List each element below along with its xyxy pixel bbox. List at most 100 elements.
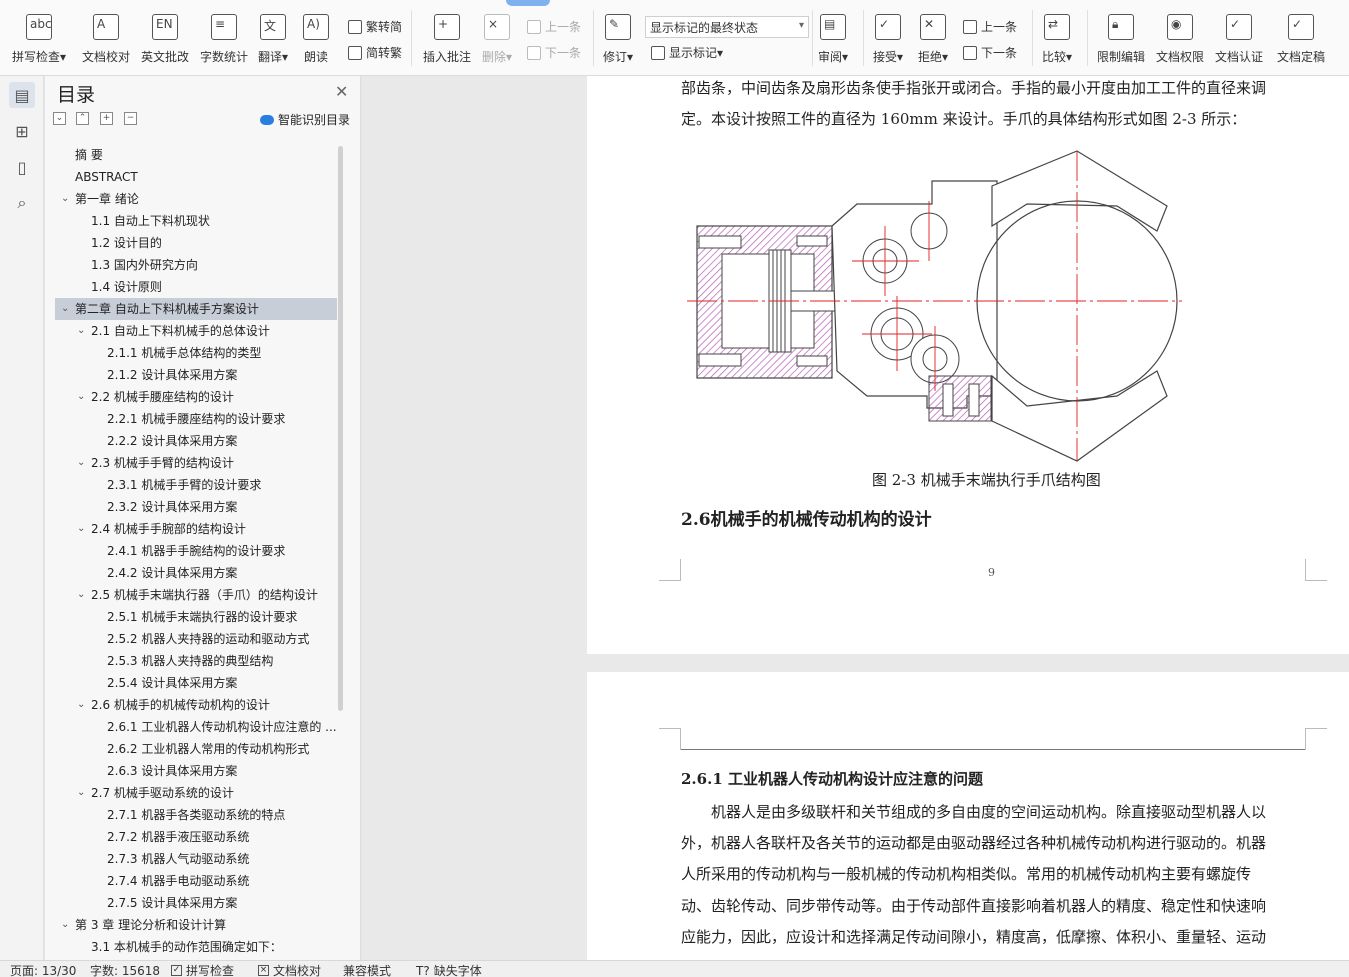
revise-dropdown-arrow[interactable]: ▾ [627,50,633,64]
toc-item[interactable]: 2.3.2 设计具体采用方案 [55,496,337,518]
toc-item[interactable]: 2.5.3 机器人夹持器的典型结构 [55,650,337,672]
trad-to-simp-button[interactable]: 繁转简 [348,18,402,35]
translate-button[interactable]: 文 翻译▾ [258,14,288,70]
word-count-button[interactable]: ≡ 字数统计 [200,14,248,70]
toc-item[interactable]: 2.6.2 工业机器人常用的传动机构形式 [55,738,337,760]
toc-item[interactable]: 2.5.4 设计具体采用方案 [55,672,337,694]
toc-item[interactable]: ⌄ 第二章 自动上下料机械手方案设计 [55,298,337,320]
toc-item[interactable]: ⌄ 第一章 绪论 [55,188,337,210]
toc-item[interactable]: 1.1 自动上下料机现状 [55,210,337,232]
doc-certify-button[interactable]: ✓ 文档认证 [1215,14,1263,70]
toc-item[interactable]: 1.3 国内外研究方向 [55,254,337,276]
toc-item[interactable]: 摘 要 [55,144,337,166]
toc-item[interactable]: 2.7.4 机器手电动驱动系统 [55,870,337,892]
restrict-edit-button[interactable]: 🔒︎ 限制编辑 [1097,14,1145,70]
toc-item[interactable]: 2.7.2 机器手液压驱动系统 [55,826,337,848]
toc-item[interactable]: ⌄ 2.5 机械手末端执行器（手爪）的结构设计 [55,584,337,606]
toc-item[interactable]: 2.6.3 设计具体采用方案 [55,760,337,782]
toc-item[interactable]: 2.5.2 机器人夹持器的运动和驱动方式 [55,628,337,650]
compare-button[interactable]: ⇄ 比较▾ [1042,14,1072,70]
smart-toc-button[interactable]: 智能识别目录 [260,111,350,128]
expand-all-icon[interactable]: ⌃ [76,112,89,125]
toc-item-label: 2.7.4 机器手电动驱动系统 [107,874,250,888]
document-area[interactable]: 部齿条，中间齿条及扇形齿条使手指张开或闭合。手指的最小开度由加工工件的直径来调 … [362,76,1349,960]
doc-finalize-button[interactable]: ✓ 文档定稿 [1277,14,1325,70]
english-review-button[interactable]: EN 英文批改 [141,14,189,70]
remove-heading-icon[interactable]: − [124,112,137,125]
chevron-down-icon[interactable]: ⌄ [77,694,85,716]
review-button[interactable]: ▤ 审阅▾ [818,14,848,70]
chevron-down-icon[interactable]: ⌄ [77,518,85,540]
prev-comment-button[interactable]: 上一条 [527,18,581,35]
bookmark-icon[interactable]: ▯ [9,154,35,180]
chevron-down-icon[interactable]: ⌄ [77,782,85,804]
toc-item[interactable]: 1.2 设计目的 [55,232,337,254]
insert-comment-button[interactable]: + 插入批注 [423,14,471,70]
chevron-down-icon[interactable]: ⌄ [77,320,85,342]
read-aloud-button[interactable]: A) 朗读 [303,14,329,70]
toc-item[interactable]: 2.4.2 设计具体采用方案 [55,562,337,584]
chevron-down-icon[interactable]: ⌄ [77,452,85,474]
accept-button[interactable]: ✓ 接受▾ [873,14,903,70]
toc-item[interactable]: ⌄ 2.7 机械手驱动系统的设计 [55,782,337,804]
spell-check-dropdown-arrow[interactable]: ▾ [60,50,66,64]
review-dropdown-arrow[interactable]: ▾ [842,50,848,64]
accept-dropdown-arrow[interactable]: ▾ [897,50,903,64]
display-mode-select[interactable]: 显示标记的最终状态 ▾ [645,16,809,38]
toc-item[interactable]: 2.2.1 机械手腰座结构的设计要求 [55,408,337,430]
close-icon[interactable]: ✕ [335,82,348,101]
chevron-down-icon[interactable]: ⌄ [61,188,69,210]
chevron-down-icon[interactable]: ⌄ [61,298,69,320]
toc-item[interactable]: ⌄ 2.3 机械手手臂的结构设计 [55,452,337,474]
reject-dropdown-arrow[interactable]: ▾ [942,50,948,64]
status-spell-check[interactable]: ✓ 拼写检查 [171,962,234,977]
toc-item[interactable]: 2.3.1 机械手手臂的设计要求 [55,474,337,496]
reject-button[interactable]: ✕ 拒绝▾ [918,14,948,70]
toc-item[interactable]: 2.1.2 设计具体采用方案 [55,364,337,386]
translate-dropdown-arrow[interactable]: ▾ [282,50,288,64]
chevron-down-icon[interactable]: ⌄ [61,914,69,936]
toc-item[interactable]: ⌄ 2.4 机械手手腕部的结构设计 [55,518,337,540]
toc-item[interactable]: 2.6.1 工业机器人传动机构设计应注意的 ... [55,716,337,738]
toc-item[interactable]: ⌄ 2.1 自动上下料机械手的总体设计 [55,320,337,342]
word-count-indicator[interactable]: 字数: 15618 [90,962,160,977]
search-icon[interactable]: ⌕ [9,190,35,216]
toc-item[interactable]: ABSTRACT [55,166,337,188]
add-heading-icon[interactable]: + [100,112,113,125]
page-indicator[interactable]: 页面: 13/30 [10,962,76,977]
next-comment-button[interactable]: 下一条 [527,44,581,61]
toc-item[interactable]: ⌄ 2.2 机械手腰座结构的设计 [55,386,337,408]
toc-item[interactable]: ⌄ 2.6 机械手的机械传动机构的设计 [55,694,337,716]
revise-button[interactable]: ✎ 修订▾ [603,14,633,70]
toc-item[interactable]: 2.7.3 机器人气动驱动系统 [55,848,337,870]
doc-permission-button[interactable]: ◉ 文档权限 [1156,14,1204,70]
show-marks-button[interactable]: 显示标记 ▾ [651,44,723,61]
status-doc-proofread[interactable]: × 文档校对 [258,962,321,977]
toc-item[interactable]: 2.1.1 机械手总体结构的类型 [55,342,337,364]
toc-item[interactable]: ⌄ 第 3 章 理论分析和设计计算 [55,914,337,936]
delete-comment-button[interactable]: × 删除▾ [482,14,512,70]
chevron-down-icon[interactable]: ⌄ [77,386,85,408]
show-marks-dropdown-arrow[interactable]: ▾ [717,46,723,60]
outline-icon[interactable]: ⊞ [9,118,35,144]
doc-proofread-button[interactable]: A 文档校对 [82,14,130,70]
missing-font-button[interactable]: T? 缺失字体 [416,962,482,977]
gripper-figure[interactable] [687,146,1187,466]
collapse-all-icon[interactable]: ⌄ [53,112,66,125]
toc-scrollbar[interactable] [338,146,343,711]
spell-check-button[interactable]: abc 拼写检查▾ [12,14,66,70]
toc-item[interactable]: 2.5.1 机械手末端执行器的设计要求 [55,606,337,628]
compare-dropdown-arrow[interactable]: ▾ [1066,50,1072,64]
delete-dropdown-arrow[interactable]: ▾ [506,50,512,64]
toc-item[interactable]: 2.7.1 机器手各类驱动系统的特点 [55,804,337,826]
toc-panel-icon[interactable]: ▤ [9,82,35,108]
toc-item[interactable]: 1.4 设计原则 [55,276,337,298]
next-change-button[interactable]: 下一条 [963,44,1017,61]
toc-item[interactable]: 2.7.5 设计具体采用方案 [55,892,337,914]
toc-item[interactable]: 2.2.2 设计具体采用方案 [55,430,337,452]
toc-item[interactable]: 3.1 本机械手的动作范围确定如下： [55,936,337,958]
prev-change-button[interactable]: 上一条 [963,18,1017,35]
chevron-down-icon[interactable]: ⌄ [77,584,85,606]
toc-item[interactable]: 2.4.1 机器手手腕结构的设计要求 [55,540,337,562]
simp-to-trad-button[interactable]: 简转繁 [348,44,402,61]
